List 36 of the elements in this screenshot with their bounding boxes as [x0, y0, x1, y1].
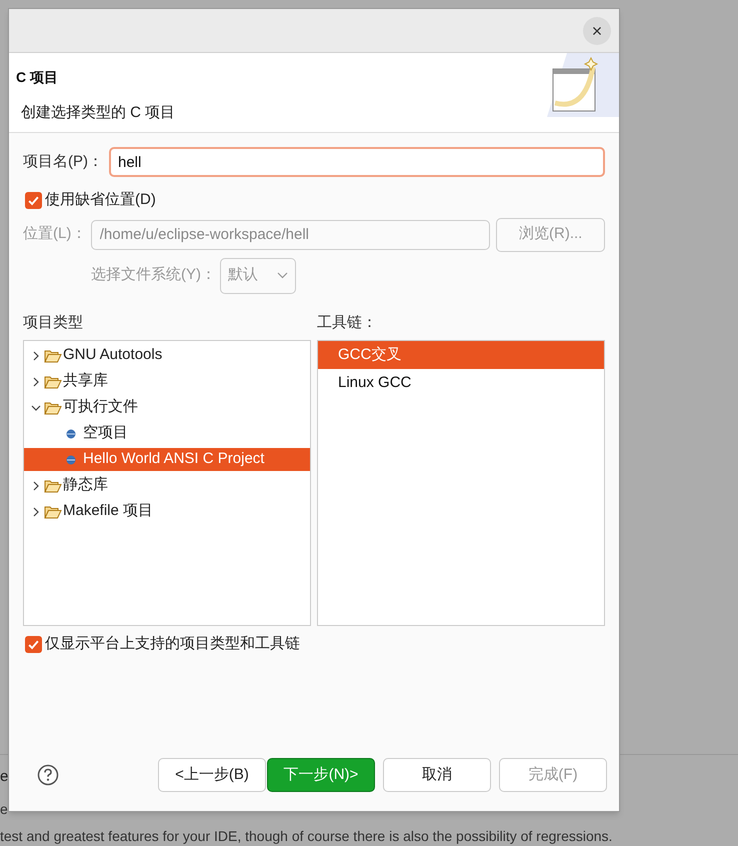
checkbox[interactable] — [25, 192, 42, 209]
folder-icon — [44, 478, 62, 492]
close-button[interactable]: × — [583, 16, 611, 44]
dialog-button[interactable]: <上一步(B) — [158, 758, 266, 792]
tree-item[interactable]: 空项目 — [24, 422, 310, 445]
folder-icon — [44, 400, 62, 414]
tree-item[interactable]: Makefile 项目 — [24, 500, 310, 523]
tree-item[interactable]: 共享库 — [24, 370, 310, 393]
dot-icon — [66, 454, 76, 464]
checkbox-label: 使用缺省位置(D) — [45, 190, 156, 210]
folder-icon — [44, 374, 62, 388]
help-icon[interactable] — [37, 764, 59, 786]
background-text: test and greatest features for your IDE, though of course there is also the possibility of regressions. — [0, 827, 612, 846]
checkbox-label: 仅显示平台上支持的项目类型和工具链 — [45, 634, 300, 654]
tree-item[interactable]: GNU Autotools — [24, 344, 310, 367]
tree-item[interactable]: 可执行文件 — [24, 396, 310, 419]
chevron-down-icon — [277, 272, 288, 279]
dialog-subtitle: 创建选择类型的 C 项目 — [21, 103, 176, 123]
tree-item[interactable]: Hello World ANSI C Project — [24, 448, 310, 471]
section-label: 工具链： — [317, 312, 378, 332]
project-name-field[interactable]: hell — [109, 147, 605, 177]
background-text: e — [0, 767, 8, 787]
field-label: 选择文件系统(Y)： — [91, 265, 217, 286]
toolchain-item[interactable]: Linux GCC — [318, 369, 604, 397]
checkbox[interactable] — [25, 636, 42, 653]
field-label: 项目名(P)： — [23, 152, 104, 172]
dialog-title: C 项目 — [16, 68, 59, 87]
background-text: e — [0, 800, 8, 819]
tree-item[interactable]: 静态库 — [24, 474, 310, 497]
dot-icon — [66, 428, 76, 438]
section-label: 项目类型 — [23, 312, 84, 332]
folder-icon — [44, 504, 62, 518]
field-label: 位置(L)： — [23, 224, 88, 244]
toolchain-item[interactable]: GCC交叉 — [318, 341, 604, 369]
dialog-button[interactable]: 取消 — [383, 758, 491, 792]
folder-icon — [44, 348, 62, 362]
